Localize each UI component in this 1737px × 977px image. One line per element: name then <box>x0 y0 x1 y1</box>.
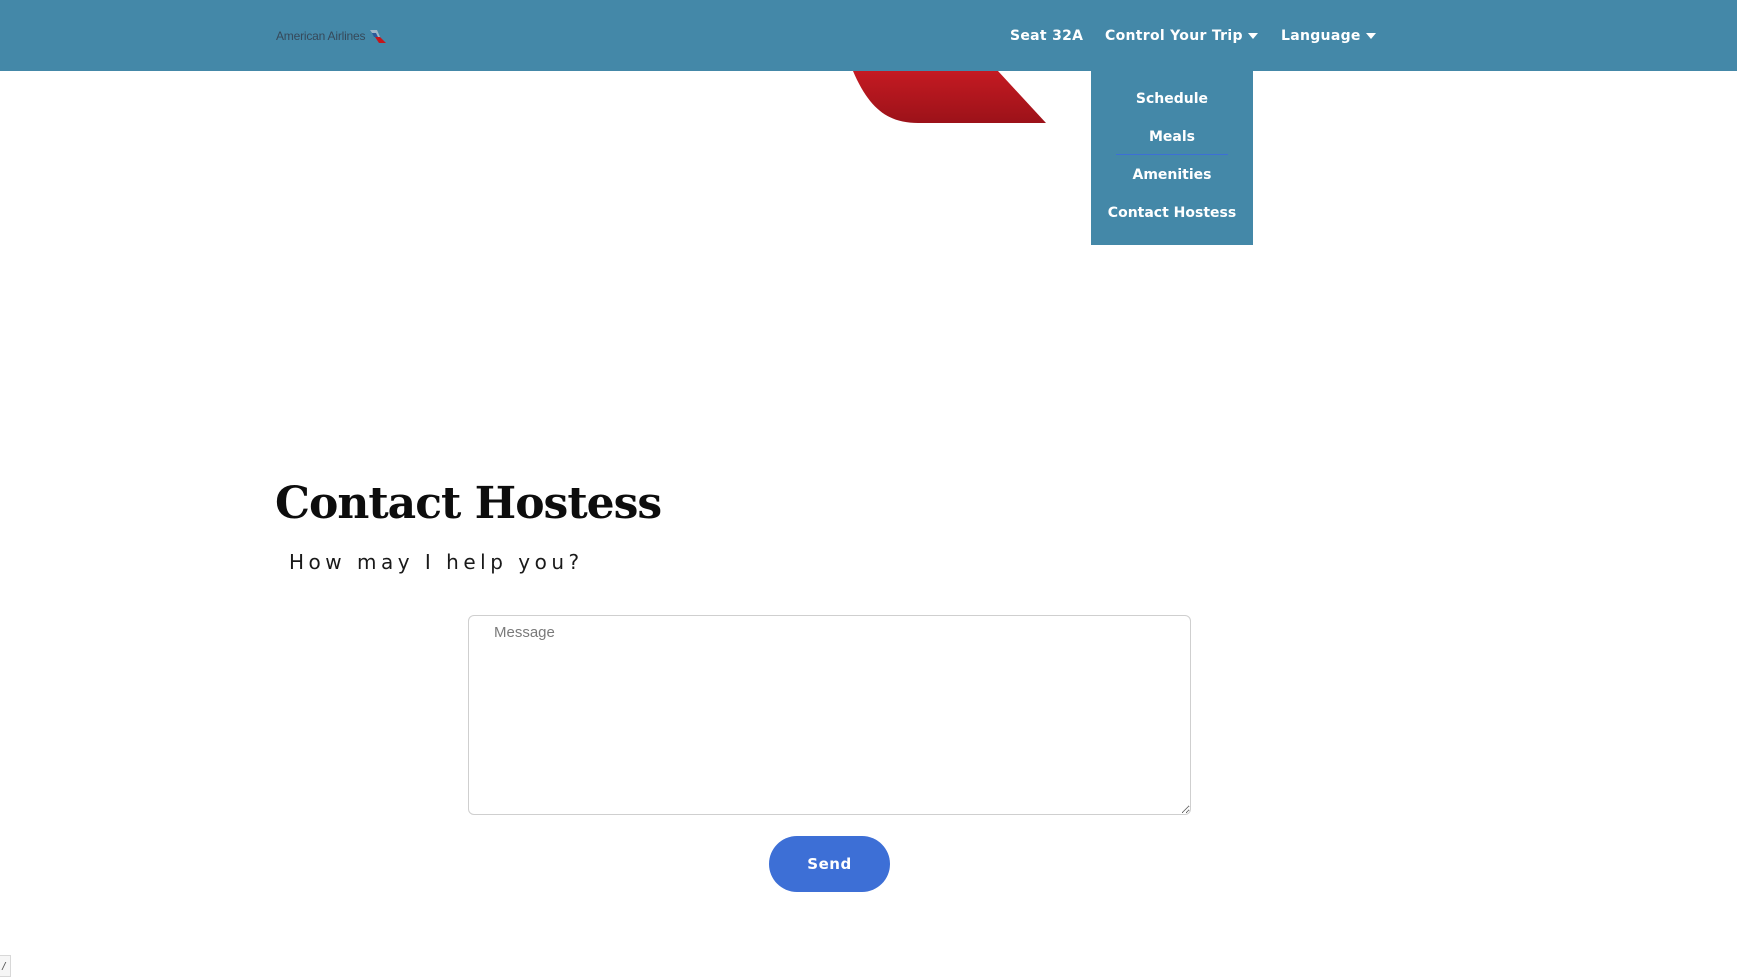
eagle-logo-icon <box>370 30 387 43</box>
dropdown-item-contact-hostess[interactable]: Contact Hostess <box>1091 197 1253 235</box>
nav-control-your-trip-label: Control Your Trip <box>1105 27 1243 44</box>
dropdown-item-meals[interactable]: Meals <box>1091 121 1253 159</box>
nav-control-your-trip[interactable]: Control Your Trip <box>1105 28 1258 44</box>
dropdown-item-amenities[interactable]: Amenities <box>1091 159 1253 197</box>
page-subtitle: How may I help you? <box>289 550 584 574</box>
caret-down-icon <box>1365 32 1376 39</box>
page-title: Contact Hostess <box>275 478 662 529</box>
nav-seat-label: Seat 32A <box>1010 27 1084 44</box>
navbar: American Airlines Seat 32A Control Your … <box>0 0 1737 71</box>
logo-link[interactable]: American Airlines <box>276 28 387 44</box>
tail-stripe-graphic <box>853 71 1046 123</box>
send-button[interactable]: Send <box>769 836 890 892</box>
caret-down-icon <box>1247 32 1258 39</box>
message-input[interactable] <box>468 615 1191 815</box>
nav-language-label: Language <box>1281 27 1361 44</box>
corner-tab: / <box>0 955 11 977</box>
brand-logo-text: American Airlines <box>276 29 366 43</box>
dropdown-item-schedule[interactable]: Schedule <box>1091 83 1253 121</box>
nav-language[interactable]: Language <box>1281 28 1376 44</box>
control-your-trip-dropdown: Schedule Meals Amenities Contact Hostess <box>1091 71 1253 245</box>
nav-seat[interactable]: Seat 32A <box>1010 28 1083 44</box>
